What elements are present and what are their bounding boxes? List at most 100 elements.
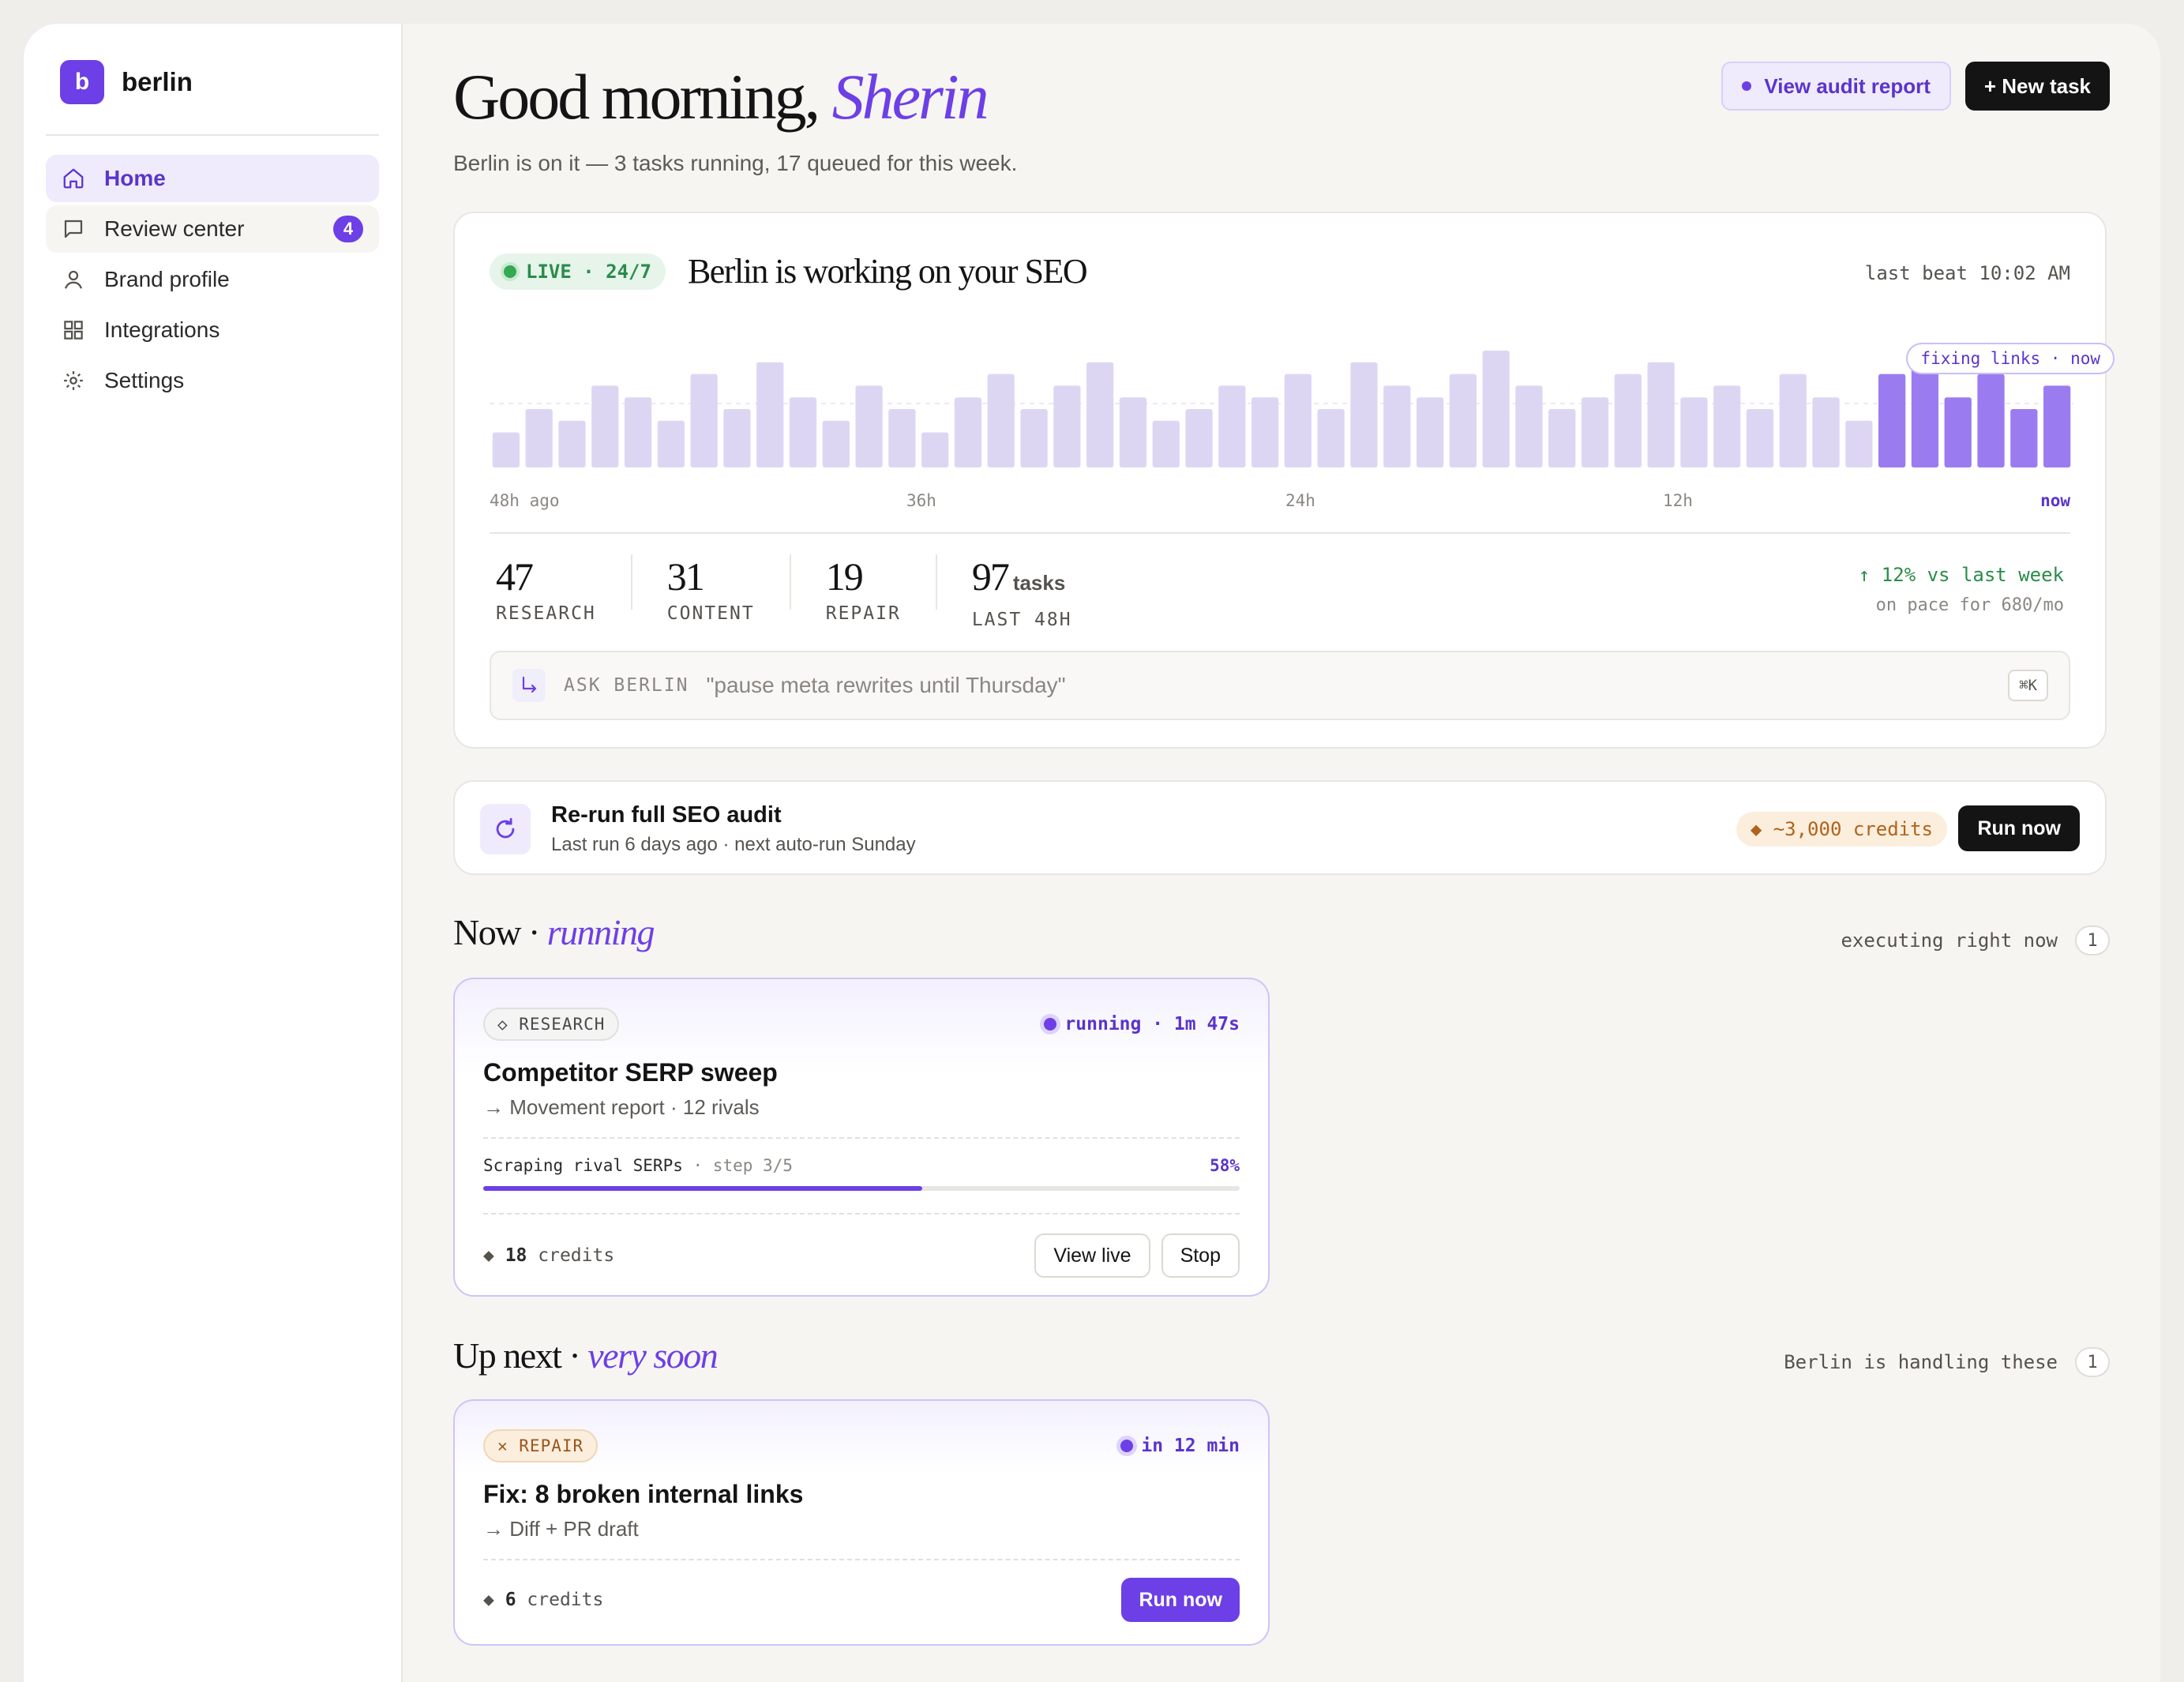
sidebar: b berlin Home Review center 4 Brand prof… [24,24,403,1682]
running-task-card[interactable]: ◇ RESEARCH running · 1m 47s Competitor S… [453,978,1270,1297]
view-audit-report-button[interactable]: View audit report [1721,62,1951,111]
sidebar-item-review-center[interactable]: Review center 4 [46,205,379,253]
sidebar-item-brand-profile[interactable]: Brand profile [46,256,379,303]
task-status: running · 1m 47s [1044,1014,1240,1034]
stat-label: RESEARCH [496,603,596,624]
task-subtitle: → Diff + PR draft [483,1517,639,1541]
progress-fill [483,1186,922,1191]
scheduled-dot-icon [1120,1440,1134,1452]
ask-berlin-input[interactable]: ASK BERLIN "pause meta rewrites until Th… [490,651,2070,720]
task-credits-word: credits [516,1590,604,1610]
chart-tick-now: now [2040,491,2070,510]
activity-bar [1020,409,1048,467]
activity-bar [1845,420,1873,467]
task-credits-number: 6 [505,1590,516,1610]
task-type-tag: ◇ RESEARCH [483,1008,620,1041]
activity-bar [1548,409,1576,467]
activity-bar [1152,420,1180,467]
chart-tick-12h: 12h [1663,491,1693,510]
last-beat: last beat 10:02 AM [1864,262,2070,284]
ask-label: ASK BERLIN [564,675,689,696]
task-header: ◇ RESEARCH running · 1m 47s [483,1008,1240,1041]
stat-label: REPAIR [825,603,901,624]
up-next-heading: Up next · very soon [453,1335,719,1376]
section-meta-text: executing right now [1841,929,2058,952]
live-label: LIVE · 24/7 [526,260,651,283]
view-audit-report-label: View audit report [1764,73,1931,98]
stop-button[interactable]: Stop [1161,1233,1240,1278]
up-next-meta: Berlin is handling these 1 [1784,1347,2110,1377]
user-icon [64,270,83,289]
task-step-name: Scraping rival SERPs [483,1156,683,1175]
activity-bar [1251,397,1279,467]
activity-bar [1614,374,1642,467]
stat-repair: 19 REPAIR [826,554,937,624]
trend-pace: on pace for 680/mo [1875,595,2064,615]
new-task-button[interactable]: + New task [1964,62,2110,111]
task-title: Competitor SERP sweep [483,1058,778,1087]
activity-bars [490,351,2073,467]
activity-bar [624,397,652,467]
sidebar-item-settings[interactable]: Settings [46,357,379,404]
section-count: 1 [2075,1347,2110,1377]
review-count-badge: 4 [333,216,363,242]
task-type-tag: ✕ REPAIR [483,1429,599,1462]
run-now-button[interactable]: Run now [1121,1578,1240,1622]
upcoming-task-card[interactable]: ✕ REPAIR in 12 min Fix: 8 broken interna… [453,1399,1270,1646]
message-icon [64,220,83,238]
activity-bar [591,385,619,467]
task-step-count: · step 3/5 [682,1156,793,1175]
stat-total-number: 97 [971,554,1010,599]
activity-bar [1317,409,1345,467]
shortcut-hint: ⌘K [2008,670,2048,701]
activity-bar [1515,385,1543,467]
activity-bar [921,432,949,467]
section-title-accent: running [546,912,655,952]
sidebar-item-label: Settings [104,368,185,392]
section-title-accent: very soon [587,1335,719,1376]
activity-bar [690,374,718,467]
running-dot-icon [1044,1018,1057,1031]
task-credits: ◆ 18 credits [483,1245,615,1266]
brand[interactable]: b berlin [46,60,379,136]
activity-bar [1779,374,1807,467]
activity-bar [1119,397,1147,467]
task-status-text: in 12 min [1141,1436,1240,1456]
sidebar-item-label: Integrations [104,317,220,342]
task-subtitle: → Movement report · 12 rivals [483,1095,760,1119]
sidebar-item-home[interactable]: Home [46,155,379,202]
app-window: b berlin Home Review center 4 Brand prof… [24,24,2160,1682]
sidebar-item-integrations[interactable]: Integrations [46,306,379,354]
view-live-button[interactable]: View live [1034,1233,1150,1278]
activity-bar [756,362,784,467]
audit-title: Re-run full SEO audit [551,802,782,828]
header-actions: View audit report + New task [1721,62,2110,111]
task-status: in 12 min [1120,1436,1240,1456]
refresh-icon [480,804,531,854]
activity-bar [2010,409,2038,467]
audit-credits-badge: ◆ ~3,000 credits [1736,812,1947,847]
brand-logo: b [60,60,104,104]
chart-tick-36h: 36h [906,491,936,510]
section-title-main: Up next · [453,1335,588,1376]
activity-bar [1680,397,1708,467]
grid-icon [64,321,83,340]
activity-bar [1878,374,1906,467]
run-audit-button[interactable]: Run now [1958,805,2080,851]
activity-bar [1713,385,1741,467]
fixing-links-pill: fixing links · now [1906,343,2115,374]
activity-bar [2043,385,2071,467]
stat-unit: tasks [1012,571,1066,595]
audit-subtitle: Last run 6 days ago · next auto-run Sund… [551,834,916,855]
chart-tick-48h: 48h ago [490,491,560,510]
task-divider [483,1137,1240,1139]
activity-bar [822,420,850,467]
task-footer: ◆ 6 credits Run now [483,1560,1240,1639]
trend-value: ↑ 12% vs last week [1858,564,2064,586]
stat-total: 97 tasks LAST 48H [971,554,1107,630]
activity-card: LIVE · 24/7 Berlin is working on your SE… [453,212,2115,749]
status-summary: Berlin is on it — 3 tasks running, 17 qu… [453,150,1018,175]
home-icon [63,168,84,189]
weekly-trend: ↑ 12% vs last week on pace for 680/mo [1859,564,2064,615]
ask-placeholder: "pause meta rewrites until Thursday" [706,673,1066,697]
